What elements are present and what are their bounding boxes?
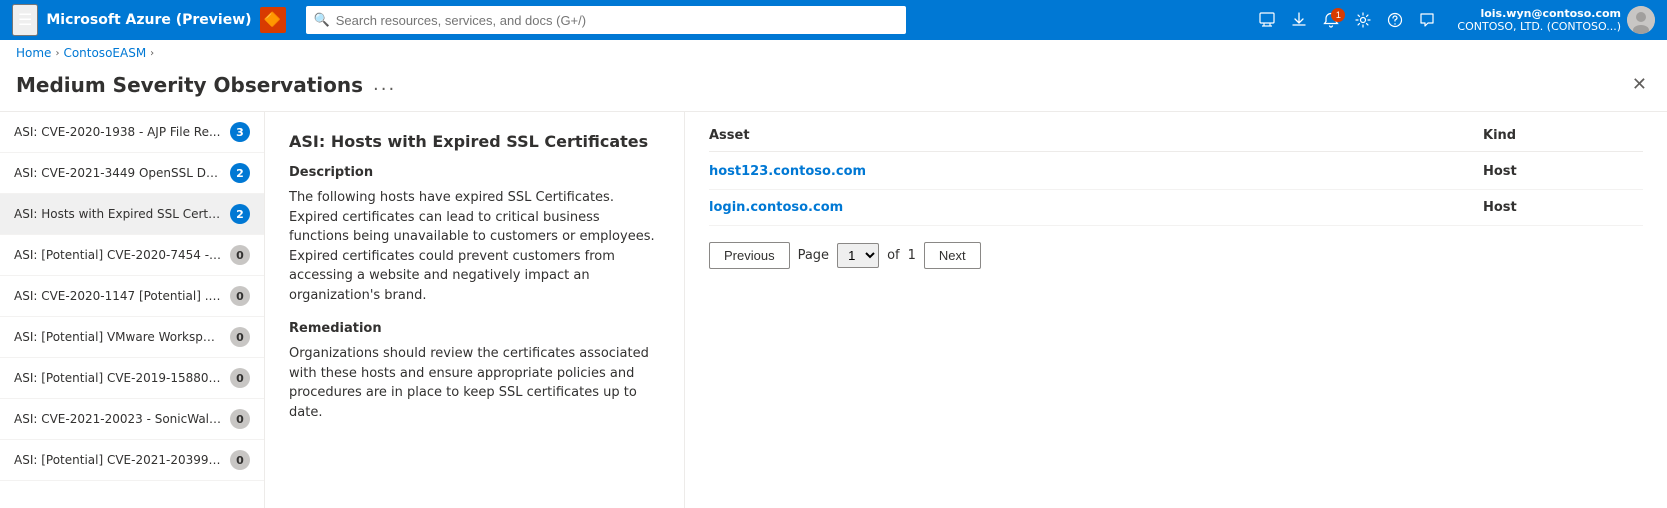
notification-badge: 1 [1331,8,1345,22]
list-item-label: ASI: CVE-2021-20023 - SonicWall ... [14,412,222,426]
notifications-button[interactable]: 1 [1317,8,1345,32]
list-item-badge: 2 [230,204,250,224]
of-label: of [887,248,900,263]
col-header-kind: Kind [1483,128,1643,143]
detail-title: ASI: Hosts with Expired SSL Certificates [289,132,660,151]
app-title: Microsoft Azure (Preview) [46,12,251,28]
list-item[interactable]: ASI: [Potential] VMware Workspac... 0 [0,317,264,358]
hamburger-menu[interactable]: ☰ [12,4,38,36]
kind-cell: Host [1483,164,1643,179]
previous-button[interactable]: Previous [709,242,790,269]
user-email: lois.wyn@contoso.com [1457,7,1621,20]
monitor-button[interactable] [1253,8,1281,32]
table-row: login.contoso.com Host [709,190,1643,226]
list-item-badge: 0 [230,450,250,470]
kind-cell: Host [1483,200,1643,215]
search-input[interactable] [336,13,898,28]
asset-table: Asset Kind host123.contoso.com Host logi… [685,112,1667,508]
list-item[interactable]: ASI: [Potential] CVE-2019-15880 -... 0 [0,358,264,399]
breadcrumb-sep-2: › [150,48,154,59]
breadcrumb: Home › ContosoEASM › [0,40,1667,66]
list-item-badge: 0 [230,327,250,347]
list-item[interactable]: ASI: [Potential] CVE-2020-7454 - ... 0 [0,235,264,276]
main-layout: ASI: CVE-2020-1938 - AJP File Re... 3 AS… [0,111,1667,508]
search-bar[interactable]: 🔍 [306,6,906,34]
app-icon: 🔶 [260,7,286,33]
list-item-badge: 0 [230,286,250,306]
list-item-badge: 3 [230,122,250,142]
list-item-label: ASI: [Potential] CVE-2020-7454 - ... [14,248,222,262]
list-item[interactable]: ASI: CVE-2021-3449 OpenSSL De... 2 [0,153,264,194]
asset-cell: login.contoso.com [709,200,1483,215]
list-item-label: ASI: [Potential] VMware Workspac... [14,330,222,344]
page-title: Medium Severity Observations [16,73,363,97]
user-avatar [1627,6,1655,34]
user-profile[interactable]: lois.wyn@contoso.com CONTOSO, LTD. (CONT… [1457,6,1655,34]
list-item[interactable]: ASI: CVE-2020-1938 - AJP File Re... 3 [0,112,264,153]
close-button[interactable]: ✕ [1628,70,1651,99]
list-item[interactable]: ASI: CVE-2020-1147 [Potential] .N... 0 [0,276,264,317]
help-button[interactable] [1381,8,1409,32]
content-area: ASI: Hosts with Expired SSL Certificates… [265,112,1667,508]
list-item[interactable]: ASI: [Potential] CVE-2021-20399 -... 0 [0,440,264,481]
download-button[interactable] [1285,8,1313,32]
breadcrumb-contoso[interactable]: ContosoEASM [63,46,146,60]
remediation-text: Organizations should review the certific… [289,344,660,422]
list-item-label: ASI: CVE-2021-3449 OpenSSL De... [14,166,222,180]
list-item-label: ASI: [Potential] CVE-2019-15880 -... [14,371,222,385]
asset-link[interactable]: host123.contoso.com [709,164,866,179]
remediation-label: Remediation [289,321,660,336]
list-item-badge: 0 [230,368,250,388]
asset-cell: host123.contoso.com [709,164,1483,179]
description-text: The following hosts have expired SSL Cer… [289,188,660,305]
pagination: Previous Page 1 of 1 Next [709,242,1643,269]
list-item[interactable]: ASI: CVE-2021-20023 - SonicWall ... 0 [0,399,264,440]
top-navigation: ☰ Microsoft Azure (Preview) 🔶 🔍 1 lois.w… [0,0,1667,40]
feedback-button[interactable] [1413,8,1441,32]
table-header: Asset Kind [709,128,1643,152]
page-dropdown[interactable]: 1 [837,243,879,268]
table-row: host123.contoso.com Host [709,154,1643,190]
description-label: Description [289,165,660,180]
asset-link[interactable]: login.contoso.com [709,200,843,215]
page-label: Page [798,248,829,263]
top-nav-actions: 1 [1253,8,1441,32]
search-icon: 🔍 [314,13,330,28]
more-options-button[interactable]: ... [373,74,396,95]
list-item-label: ASI: [Potential] CVE-2021-20399 -... [14,453,222,467]
page-header: Medium Severity Observations ... ✕ [0,66,1667,111]
sidebar-list: ASI: CVE-2020-1938 - AJP File Re... 3 AS… [0,112,265,508]
settings-button[interactable] [1349,8,1377,32]
total-pages: 1 [908,248,916,263]
next-button[interactable]: Next [924,242,981,269]
list-item[interactable]: ASI: Hosts with Expired SSL Certifi... 2 [0,194,264,235]
detail-description: ASI: Hosts with Expired SSL Certificates… [265,112,685,508]
user-org: CONTOSO, LTD. (CONTOSO...) [1457,20,1621,33]
col-header-asset: Asset [709,128,1483,143]
list-item-label: ASI: CVE-2020-1938 - AJP File Re... [14,125,222,139]
page-select[interactable]: 1 [837,243,879,268]
breadcrumb-home[interactable]: Home [16,46,51,60]
list-item-badge: 0 [230,409,250,429]
breadcrumb-sep-1: › [55,48,59,59]
list-item-badge: 0 [230,245,250,265]
list-item-badge: 2 [230,163,250,183]
list-item-label: ASI: CVE-2020-1147 [Potential] .N... [14,289,222,303]
list-item-label: ASI: Hosts with Expired SSL Certifi... [14,207,222,221]
